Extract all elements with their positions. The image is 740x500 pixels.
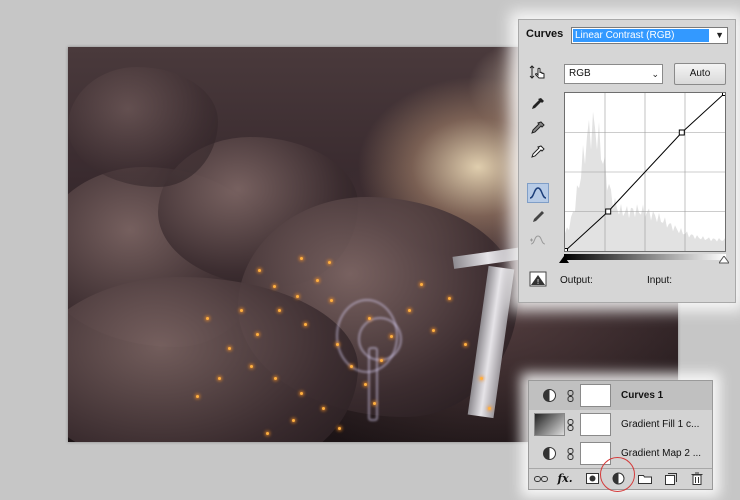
rock-formation [68, 67, 218, 187]
ember-spark [464, 343, 467, 346]
clipping-warning-icon[interactable]: ! [529, 271, 547, 287]
ember-spark [218, 377, 221, 380]
ember-spark [432, 329, 435, 332]
curve-control-point[interactable] [605, 208, 612, 215]
ember-spark [316, 279, 319, 282]
chain-link-icon [567, 390, 574, 402]
ember-spark [350, 365, 353, 368]
ember-spark [256, 333, 259, 336]
ember-spark [206, 317, 209, 320]
gray-point-eyedropper-icon[interactable] [527, 118, 549, 138]
on-image-adjust-icon[interactable] [527, 62, 549, 82]
ember-spark [296, 295, 299, 298]
preset-dropdown[interactable]: Linear Contrast (RGB) ▼ [571, 27, 728, 44]
ember-spark [336, 343, 339, 346]
ember-spark [196, 395, 199, 398]
black-point-eyedropper-icon[interactable] [527, 94, 549, 114]
output-label: Output: [560, 275, 593, 286]
ember-spark [266, 432, 269, 435]
white-point-eyedropper-icon[interactable] [527, 142, 549, 162]
add-mask-icon[interactable] [584, 471, 600, 486]
ember-spark [300, 257, 303, 260]
curve-control-point[interactable] [678, 129, 685, 136]
input-gradient-bar [564, 254, 726, 260]
draw-pencil-icon[interactable] [527, 207, 549, 227]
ember-spark [368, 317, 371, 320]
preset-value: Linear Contrast (RGB) [573, 29, 709, 42]
layer-name[interactable]: Curves 1 [621, 390, 663, 401]
ember-spark [488, 407, 491, 410]
ember-spark [380, 359, 383, 362]
panel-title: Curves [526, 28, 564, 40]
curves-properties-panel: Curves Linear Contrast (RGB) ▼ RGB ⌄ Aut… [518, 19, 736, 303]
layer-style-fx-icon[interactable]: fx. [557, 471, 573, 486]
layer-mask-thumbnail[interactable] [580, 413, 611, 436]
auto-button[interactable]: Auto [674, 63, 726, 85]
ember-spark [328, 261, 331, 264]
chain-link-icon [567, 419, 574, 431]
link-layers-icon[interactable] [533, 471, 549, 486]
ember-spark [228, 347, 231, 350]
smoke-wisp [358, 317, 402, 361]
new-layer-icon[interactable] [663, 471, 679, 486]
ember-spark [300, 392, 303, 395]
chevron-down-icon: ▼ [715, 30, 724, 40]
layer-row[interactable]: Curves 1 [529, 381, 712, 411]
ember-spark [304, 323, 307, 326]
edit-points-curve-icon[interactable] [527, 183, 549, 203]
ember-spark [322, 407, 325, 410]
ember-spark [338, 427, 341, 430]
ember-spark [448, 297, 451, 300]
ember-spark [258, 269, 261, 272]
ember-spark [274, 377, 277, 380]
new-group-folder-icon[interactable] [637, 471, 653, 486]
channel-value: RGB [569, 68, 591, 79]
layer-name[interactable]: Gradient Map 2 ... [621, 448, 701, 459]
ember-spark [273, 285, 276, 288]
gradient-fill-thumbnail [534, 413, 565, 436]
curves-graph[interactable] [564, 92, 726, 252]
highlight-circle-annotation [600, 457, 635, 492]
black-slider-handle[interactable] [559, 256, 569, 264]
layer-row[interactable]: Gradient Fill 1 c... [529, 410, 712, 440]
layer-mask-thumbnail[interactable] [580, 384, 611, 407]
ember-spark [364, 383, 367, 386]
ember-spark [390, 335, 393, 338]
curve-control-point[interactable] [565, 248, 568, 252]
layer-name[interactable]: Gradient Fill 1 c... [621, 419, 699, 430]
gradient-map-adjustment-icon [543, 447, 556, 460]
smooth-curve-icon[interactable] [527, 230, 549, 250]
ember-spark [408, 309, 411, 312]
curve-control-point[interactable] [722, 93, 726, 96]
svg-text:!: ! [537, 278, 540, 286]
smoke-wisp [368, 347, 378, 421]
channel-dropdown[interactable]: RGB ⌄ [564, 64, 663, 84]
chevron-down-icon: ⌄ [651, 69, 659, 79]
ember-spark [278, 309, 281, 312]
ember-spark [240, 309, 243, 312]
delete-layer-trash-icon[interactable] [689, 471, 705, 486]
ember-spark [292, 419, 295, 422]
chain-link-icon [567, 448, 574, 460]
curves-adjustment-icon [543, 389, 556, 402]
ember-spark [250, 365, 253, 368]
ember-spark [330, 299, 333, 302]
ember-spark [480, 377, 483, 380]
white-slider-handle[interactable] [719, 256, 729, 264]
ember-spark [373, 402, 376, 405]
input-label: Input: [647, 275, 673, 286]
ember-spark [420, 283, 423, 286]
